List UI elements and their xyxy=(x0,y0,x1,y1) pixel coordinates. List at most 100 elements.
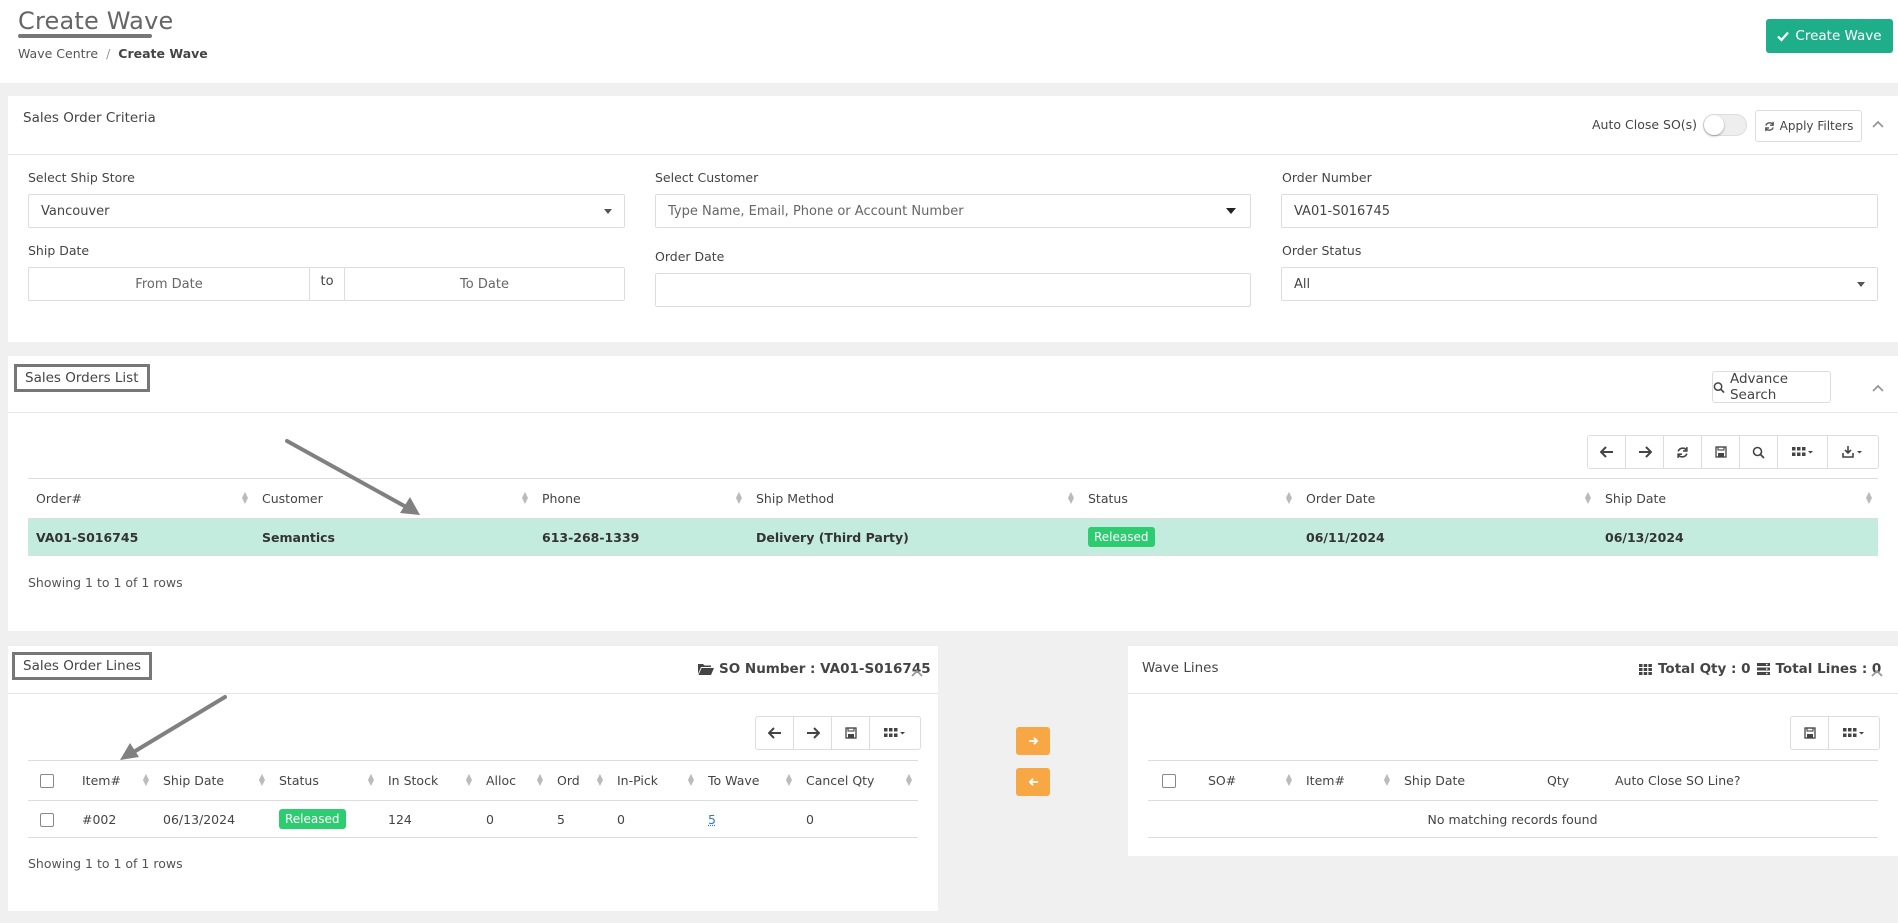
sales-orders-list-panel: Sales Orders List Advance Search Order# ▲… xyxy=(8,356,1898,631)
cell-select xyxy=(28,800,74,838)
col-in-stock[interactable]: In Stock ▲ ▼ xyxy=(380,760,478,801)
search-icon[interactable] xyxy=(1740,436,1778,468)
customer-label: Select Customer xyxy=(655,170,759,185)
columns-icon[interactable] xyxy=(1778,436,1828,468)
advance-search-label: Advance Search xyxy=(1729,371,1789,403)
chevron-down-icon xyxy=(604,209,612,214)
wave-toolbar xyxy=(1790,716,1880,750)
criteria-title: Sales Order Criteria xyxy=(23,110,156,126)
columns-icon[interactable] xyxy=(1829,717,1879,749)
refresh-icon xyxy=(1764,121,1774,131)
wave-title: Wave Lines xyxy=(1142,660,1219,676)
col-select-all[interactable] xyxy=(28,760,74,801)
cell-in-stock: 124 xyxy=(380,800,478,838)
columns-icon[interactable] xyxy=(870,717,920,749)
lines-table: Item# ▲ ▼ Ship Date ▲ ▼ Status ▲ ▼ In Stock ▲ ▼ … xyxy=(28,760,918,838)
col-so[interactable]: SO# ▲ ▼ xyxy=(1200,760,1298,801)
cell-ship-date: 06/13/2024 xyxy=(155,800,271,838)
apply-filters-label: Apply Filters xyxy=(1779,119,1854,133)
sales-order-criteria-panel: Sales Order Criteria Auto Close SO(s) Ap… xyxy=(8,96,1898,342)
save-icon[interactable] xyxy=(1791,717,1829,749)
breadcrumb-wave-centre[interactable]: Wave Centre xyxy=(18,46,98,61)
cell-ship-method: Delivery (Third Party) xyxy=(748,518,1080,556)
cell-ship-date: 06/13/2024 xyxy=(1597,518,1878,556)
col-cancel-qty[interactable]: Cancel Qty ▲ ▼ xyxy=(798,760,918,801)
col-in-pick[interactable]: In-Pick ▲ ▼ xyxy=(609,760,700,801)
order-status-label: Order Status xyxy=(1282,243,1362,258)
so-number-label: SO Number : VA01-S016745 xyxy=(698,661,931,677)
search-icon xyxy=(1713,381,1725,393)
select-all-checkbox[interactable] xyxy=(1162,774,1176,789)
col-ship-date[interactable]: Ship Date ▲ ▼ xyxy=(155,760,271,801)
advance-search-button[interactable]: Advance Search xyxy=(1712,371,1831,403)
table-row[interactable]: VA01-S016745 Semantics 613-268-1339 Deli… xyxy=(28,518,1878,556)
table-row[interactable]: #002 06/13/2024 Released 124 0 5 0 5 0 xyxy=(28,800,918,838)
col-auto-close[interactable]: Auto Close SO Line? xyxy=(1607,760,1878,801)
cell-cancel-qty: 0 xyxy=(798,800,918,838)
col-ord[interactable]: Ord ▲ ▼ xyxy=(549,760,609,801)
cell-customer: Semantics xyxy=(254,518,534,556)
order-number-input[interactable]: VA01-S016745 xyxy=(1281,194,1878,228)
sales-order-lines-panel: Sales Order Lines SO Number : VA01-S0167… xyxy=(8,646,938,911)
chevron-up-icon[interactable] xyxy=(1872,380,1884,396)
arrow-left-icon[interactable] xyxy=(1588,436,1626,468)
refresh-icon[interactable] xyxy=(1664,436,1702,468)
chevron-up-icon[interactable] xyxy=(1872,116,1884,132)
arrow-right-icon[interactable] xyxy=(794,717,832,749)
col-customer[interactable]: Customer ▲ ▼ xyxy=(254,478,534,519)
save-icon[interactable] xyxy=(1702,436,1740,468)
arrow-right-icon xyxy=(1028,737,1038,745)
auto-close-label: Auto Close SO(s) xyxy=(1592,117,1698,132)
empty-message: No matching records found xyxy=(1148,800,1878,838)
col-order-date[interactable]: Order Date ▲ ▼ xyxy=(1298,478,1597,519)
col-to-wave[interactable]: To Wave ▲ ▼ xyxy=(700,760,798,801)
col-ship-date[interactable]: Ship Date ▲ ▼ xyxy=(1597,478,1878,519)
arrow-left-icon[interactable] xyxy=(756,717,794,749)
order-status-select[interactable]: All xyxy=(1281,267,1878,301)
lines-toolbar xyxy=(755,716,921,750)
apply-filters-button[interactable]: Apply Filters xyxy=(1755,110,1862,142)
move-right-button[interactable] xyxy=(1016,727,1050,755)
chevron-up-icon[interactable] xyxy=(911,665,923,681)
customer-select[interactable]: Type Name, Email, Phone or Account Numbe… xyxy=(655,194,1251,228)
col-ship-date[interactable]: Ship Date xyxy=(1396,760,1539,801)
page-title: Create Wave xyxy=(18,7,174,35)
save-icon[interactable] xyxy=(832,717,870,749)
col-status[interactable]: Status ▲ ▼ xyxy=(1080,478,1298,519)
from-date-input[interactable]: From Date xyxy=(28,267,310,301)
check-icon xyxy=(1777,31,1790,42)
auto-close-toggle[interactable] xyxy=(1703,114,1747,136)
total-lines: Total Lines : 0 xyxy=(1775,661,1882,677)
cell-order-date: 06/11/2024 xyxy=(1298,518,1597,556)
cell-phone: 613-268-1339 xyxy=(534,518,748,556)
col-order[interactable]: Order# ▲ ▼ xyxy=(28,478,254,519)
col-alloc[interactable]: Alloc ▲ ▼ xyxy=(478,760,549,801)
to-wave-editable[interactable]: 5 xyxy=(708,812,716,827)
arrow-right-icon[interactable] xyxy=(1626,436,1664,468)
col-item[interactable]: Item# ▲ ▼ xyxy=(1298,760,1396,801)
customer-placeholder: Type Name, Email, Phone or Account Numbe… xyxy=(668,203,964,219)
ship-store-select[interactable]: Vancouver xyxy=(28,194,625,228)
download-icon[interactable] xyxy=(1828,436,1878,468)
col-item[interactable]: Item# ▲ ▼ xyxy=(74,760,155,801)
orders-toolbar xyxy=(1587,435,1879,469)
create-wave-button[interactable]: Create Wave xyxy=(1766,19,1893,53)
breadcrumb: Wave Centre / Create Wave xyxy=(18,46,208,61)
col-qty[interactable]: Qty xyxy=(1539,760,1607,801)
order-date-input[interactable] xyxy=(655,273,1251,307)
col-select-all[interactable] xyxy=(1148,760,1200,801)
col-status[interactable]: Status ▲ ▼ xyxy=(271,760,380,801)
select-all-checkbox[interactable] xyxy=(40,774,54,789)
ship-date-label: Ship Date xyxy=(28,243,90,258)
col-phone[interactable]: Phone ▲ ▼ xyxy=(534,478,748,519)
move-left-button[interactable] xyxy=(1016,768,1050,796)
chevron-down-icon xyxy=(1226,208,1236,214)
row-checkbox[interactable] xyxy=(40,812,54,827)
cell-status: Released xyxy=(271,800,380,838)
to-date-input[interactable]: To Date xyxy=(344,267,625,301)
chevron-up-icon[interactable] xyxy=(1871,665,1883,681)
cell-ord: 5 xyxy=(549,800,609,838)
lines-title: Sales Order Lines xyxy=(12,652,153,680)
col-ship-method[interactable]: Ship Method ▲ ▼ xyxy=(748,478,1080,519)
cell-order: VA01-S016745 xyxy=(28,518,254,556)
